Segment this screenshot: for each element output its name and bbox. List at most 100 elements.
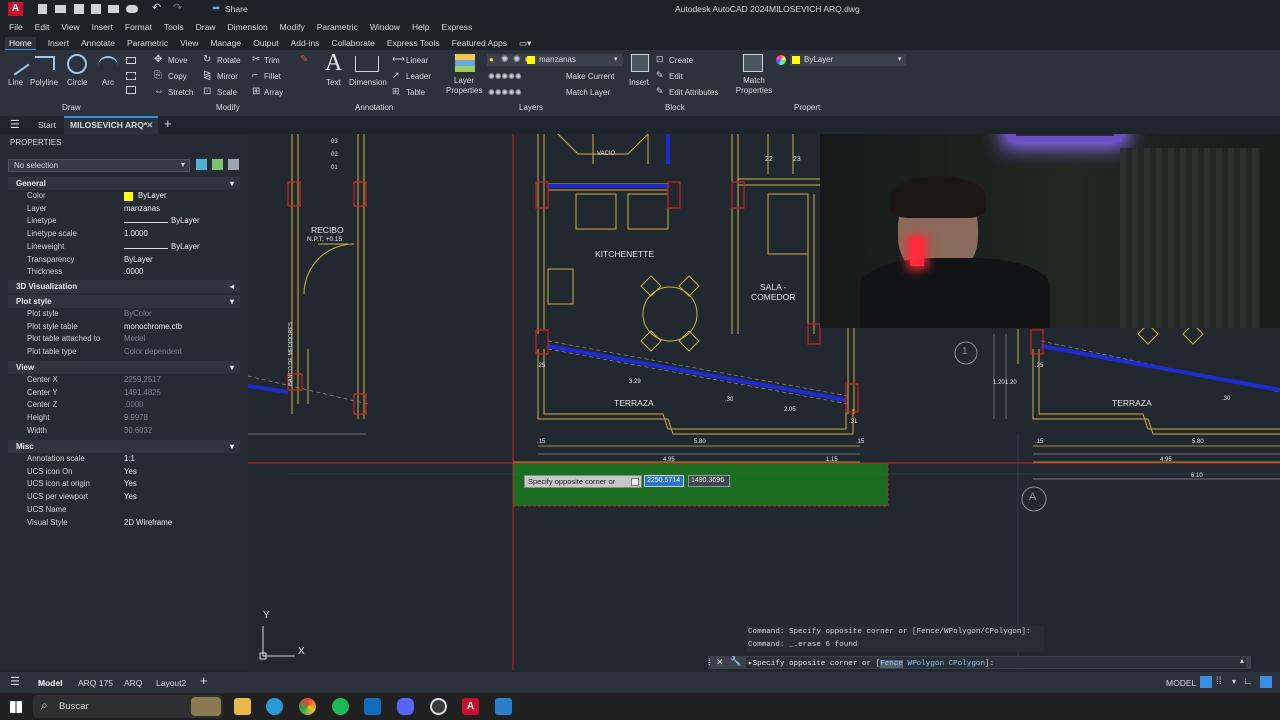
property-row[interactable]: Lineweight ByLayer	[8, 242, 240, 255]
property-row[interactable]: Center Y 1491.4825	[8, 388, 240, 401]
redo-icon[interactable]: ↷	[173, 1, 182, 14]
property-row[interactable]: UCS icon at origin Yes	[8, 479, 240, 492]
share-icon[interactable]: ➦	[212, 3, 220, 14]
toggle-pickadd-icon[interactable]	[196, 159, 207, 170]
text-icon[interactable]: A	[325, 50, 342, 77]
match-layer-button[interactable]: Match Layer	[566, 88, 610, 97]
tab-parametric[interactable]: Parametric	[127, 38, 168, 48]
line-button[interactable]: Line	[8, 78, 23, 87]
match-properties-icon[interactable]	[743, 54, 763, 72]
polyline-icon[interactable]	[35, 56, 55, 70]
undo-icon[interactable]: ↶	[152, 1, 161, 14]
save-as-icon[interactable]	[91, 4, 101, 14]
new-layout-icon[interactable]: +	[200, 673, 208, 688]
copy-button[interactable]: Copy	[168, 72, 187, 81]
stretch-button[interactable]: Stretch	[168, 88, 193, 97]
fillet-icon[interactable]: ⌐	[252, 70, 258, 81]
draw-panel-label[interactable]: Draw	[62, 103, 81, 112]
linear-button[interactable]: Linear	[406, 56, 428, 65]
insert-button[interactable]: Insert	[629, 78, 649, 87]
close-icon[interactable]: ✕	[146, 120, 154, 131]
trim-button[interactable]: Trim	[264, 56, 280, 65]
text-button[interactable]: Text	[326, 78, 341, 87]
obs-studio-icon[interactable]	[430, 698, 447, 715]
property-row[interactable]: Visual Style 2D Wireframe	[8, 518, 240, 531]
tab-annotate[interactable]: Annotate	[81, 38, 115, 48]
tab-active-document[interactable]: MILOSEVICH ARQ* ✕	[64, 116, 158, 134]
menu-item-insert[interactable]: Insert	[92, 22, 113, 32]
mirror-button[interactable]: Mirror	[217, 72, 238, 81]
y-coordinate-input[interactable]: 1490.3696	[688, 475, 730, 487]
chevron-down-icon[interactable]: ▾	[1232, 677, 1236, 686]
array-icon[interactable]: ⊞	[252, 86, 260, 97]
snap-icon[interactable]: ⁞⁞	[1216, 676, 1222, 687]
customize-wrench-icon[interactable]: 🔧	[730, 656, 741, 667]
new-tab-icon[interactable]: +	[164, 116, 172, 131]
edit-button[interactable]: Edit	[669, 72, 683, 81]
chevron-up-icon[interactable]: ▴	[1240, 656, 1244, 665]
tab-featured-apps[interactable]: Featured Apps	[452, 38, 507, 48]
menu-item-help[interactable]: Help	[412, 22, 429, 32]
dimension-button[interactable]: Dimension	[349, 78, 387, 87]
layout-tab-model[interactable]: Model	[38, 678, 63, 688]
property-row[interactable]: Center X 2259.2517	[8, 375, 240, 388]
create-button[interactable]: Create	[669, 56, 693, 65]
property-row[interactable]: Annotation scale 1:1	[8, 454, 240, 467]
copy-icon[interactable]: ⎘	[154, 70, 162, 81]
annotation-panel-label[interactable]: Annotation	[355, 103, 393, 112]
menu-item-view[interactable]: View	[61, 22, 79, 32]
open-folder-icon[interactable]	[55, 5, 66, 13]
edit-block-icon[interactable]: ✎	[656, 70, 664, 81]
trim-icon[interactable]: ✂	[252, 54, 260, 65]
stretch-icon[interactable]: ⇔	[154, 86, 164, 97]
make-current-button[interactable]: Make Current	[566, 72, 614, 81]
dimension-icon[interactable]	[355, 56, 379, 72]
menu-item-file[interactable]: File	[9, 22, 23, 32]
hamburger-menu-icon[interactable]: ☰	[10, 118, 20, 131]
close-icon[interactable]: ✕	[716, 657, 724, 668]
circle-button[interactable]: Circle	[67, 78, 87, 87]
section-misc[interactable]: Misc ▾	[8, 440, 240, 453]
tab-start[interactable]: Start	[38, 120, 56, 130]
menu-item-draw[interactable]: Draw	[196, 22, 216, 32]
save-icon[interactable]	[74, 4, 84, 14]
scale-button[interactable]: Scale	[217, 88, 237, 97]
insert-block-icon[interactable]	[631, 54, 649, 72]
properties-panel-label[interactable]: Propert	[794, 103, 820, 112]
command-grip-icon[interactable]: ⁞	[708, 657, 711, 667]
layer-properties-icon[interactable]	[455, 54, 475, 72]
layer-tools-icon[interactable]: ✺✺✺✺✺	[488, 72, 522, 81]
print-icon[interactable]	[108, 5, 119, 13]
taskbar-search-box[interactable]: ⌕ Buscar	[33, 695, 223, 718]
property-row[interactable]: Plot table type Color dependent	[8, 347, 240, 360]
menu-item-window[interactable]: Window	[370, 22, 400, 32]
table-button[interactable]: Table	[406, 88, 425, 97]
discord-icon[interactable]	[397, 698, 414, 715]
quick-select-icon[interactable]	[228, 159, 239, 170]
rotate-button[interactable]: Rotate	[217, 56, 241, 65]
menu-item-tools[interactable]: Tools	[164, 22, 184, 32]
spotify-icon[interactable]	[332, 698, 349, 715]
property-row[interactable]: Linetype ByLayer	[8, 216, 240, 229]
x-coordinate-input[interactable]: 2250.5714	[644, 475, 684, 487]
leader-icon[interactable]: ↗	[392, 70, 400, 81]
create-block-icon[interactable]: ⊡	[656, 54, 664, 65]
property-row[interactable]: Center Z .0000	[8, 400, 240, 413]
file-explorer-icon[interactable]	[234, 698, 251, 715]
share-button[interactable]: Share	[225, 4, 248, 14]
property-row[interactable]: Linetype scale 1.0000	[8, 229, 240, 242]
rotate-icon[interactable]: ↻	[203, 54, 211, 65]
tab-collaborate[interactable]: Collaborate	[331, 38, 374, 48]
property-row[interactable]: UCS icon On Yes	[8, 467, 240, 480]
circle-icon[interactable]	[67, 54, 87, 74]
customize-icon[interactable]	[1260, 676, 1272, 688]
menu-item-edit[interactable]: Edit	[35, 22, 50, 32]
section-3d-visualization[interactable]: 3D Visualization ◂	[8, 280, 240, 293]
property-row[interactable]: UCS Name	[8, 505, 240, 518]
edge-browser-icon[interactable]	[266, 698, 283, 715]
section-plot-style[interactable]: Plot style ▾	[8, 295, 240, 308]
match-properties-button[interactable]: Match Properties	[735, 76, 773, 96]
command-input[interactable]: ▸Specify opposite corner or [Fence WPoly…	[746, 657, 1246, 668]
tab-output[interactable]: Output	[253, 38, 279, 48]
edit-attributes-icon[interactable]: ✎	[656, 86, 664, 97]
